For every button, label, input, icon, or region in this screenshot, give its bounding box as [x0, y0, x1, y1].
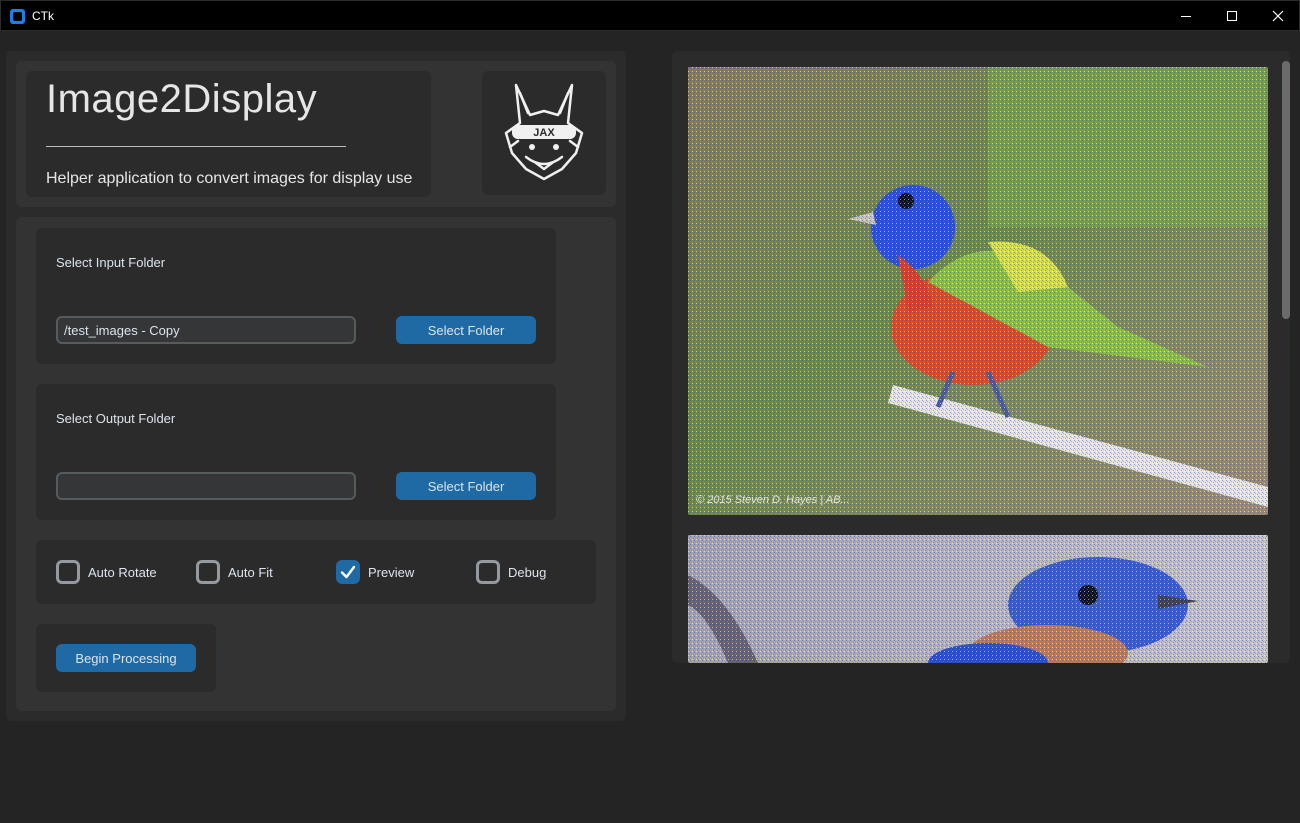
auto-fit-checkbox[interactable]: Auto Fit [196, 560, 273, 584]
auto-rotate-checkbox[interactable]: Auto Rotate [56, 560, 157, 584]
select-input-folder-button[interactable]: Select Folder [396, 316, 536, 344]
checkbox-box[interactable] [56, 560, 80, 584]
maximize-icon [1227, 11, 1237, 21]
begin-processing-button[interactable]: Begin Processing [56, 644, 196, 672]
checkbox-box[interactable] [196, 560, 220, 584]
options-card: Auto Rotate Auto Fit Preview Debug [36, 540, 596, 604]
auto-fit-label: Auto Fit [228, 564, 273, 580]
minimize-button[interactable] [1163, 1, 1209, 31]
preview-label: Preview [368, 564, 415, 580]
output-folder-label: Select Output Folder [56, 411, 176, 426]
debug-checkbox[interactable]: Debug [476, 560, 546, 584]
dithered-bird-image: © 2015 Steven D. Hayes | AB... [688, 67, 1268, 515]
app-subtitle: Helper application to convert images for… [46, 170, 413, 187]
close-button[interactable] [1255, 1, 1300, 31]
logo-card: JAX [482, 71, 606, 195]
scrollbar-thumb[interactable] [1282, 61, 1290, 319]
maximize-button[interactable] [1209, 1, 1255, 31]
select-output-folder-button[interactable]: Select Folder [396, 472, 536, 500]
output-folder-card: Select Output Folder Select Folder [36, 384, 556, 520]
preview-scroll-panel[interactable]: © 2015 Steven D. Hayes | AB... [672, 51, 1290, 663]
app-icon [10, 9, 25, 24]
checkmark-icon [340, 565, 356, 579]
wolf-logo-icon: JAX [504, 83, 584, 181]
window-title: CTk [32, 9, 54, 23]
close-icon [1272, 10, 1284, 22]
logo-text: JAX [533, 127, 555, 139]
input-folder-card: Select Input Folder Select Folder [36, 228, 556, 364]
preview-image-bluebird [688, 535, 1268, 663]
actions-card: Begin Processing [36, 624, 216, 692]
dithered-bluebird-image [688, 535, 1268, 663]
window-titlebar[interactable]: CTk [0, 0, 1300, 31]
controls-panel: Image2Display Helper application to conv… [6, 51, 626, 721]
input-folder-field[interactable] [56, 316, 356, 344]
image-watermark: © 2015 Steven D. Hayes | AB... [696, 494, 850, 506]
checkbox-box[interactable] [476, 560, 500, 584]
preview-checkbox[interactable]: Preview [336, 560, 414, 584]
auto-rotate-label: Auto Rotate [88, 564, 157, 580]
checkbox-box[interactable] [336, 560, 360, 584]
title-divider [46, 146, 346, 147]
app-title: Image2Display [46, 77, 318, 121]
minimize-icon [1181, 15, 1191, 17]
input-folder-label: Select Input Folder [56, 255, 166, 270]
output-folder-field[interactable] [56, 472, 356, 500]
preview-image-painted-bunting: © 2015 Steven D. Hayes | AB... [688, 67, 1268, 515]
debug-label: Debug [508, 564, 547, 580]
